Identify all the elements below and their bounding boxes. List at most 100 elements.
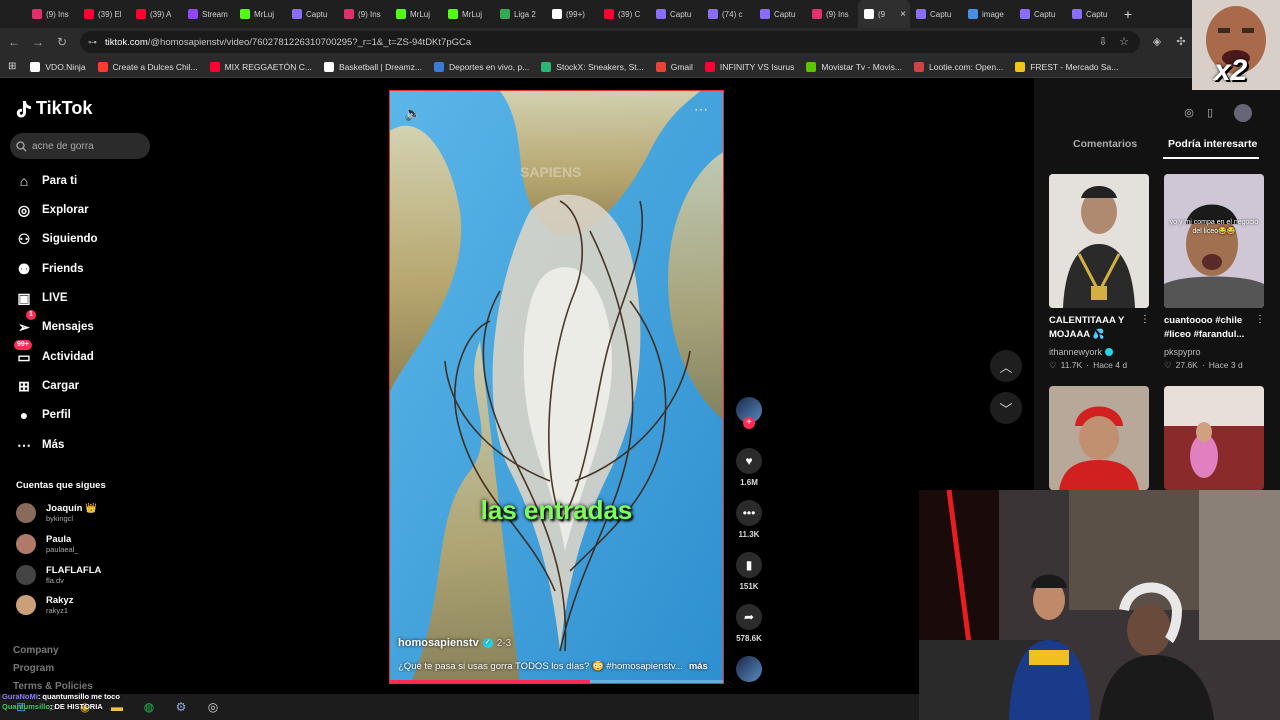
spotify-icon[interactable]: ◍ [138, 698, 160, 716]
tab-comments[interactable]: Comentarios [1073, 138, 1137, 150]
footer-link-company[interactable]: Company [13, 645, 59, 656]
browser-tab[interactable]: Liga 2 [494, 0, 546, 28]
previous-video-button[interactable]: ︿ [990, 350, 1022, 382]
sidebar-item-siguiendo[interactable]: ⚇ Siguiendo [16, 228, 98, 250]
browser-tab[interactable]: (39) A [130, 0, 182, 28]
tiktok-logo[interactable]: TikTok [16, 98, 92, 119]
card-more-icon[interactable]: ⋮ [1255, 314, 1265, 325]
user-avatar-icon[interactable] [1234, 104, 1252, 122]
share-button[interactable]: ➦ 578.6K [736, 604, 762, 643]
author-avatar-button[interactable]: + [736, 397, 762, 429]
sidebar-item-live[interactable]: ▣ LIVE [16, 287, 67, 309]
save-button[interactable]: ▮ 151K [736, 552, 762, 591]
tab-might-interest[interactable]: Podría interesarte [1168, 138, 1257, 150]
browser-tab[interactable]: MrLuj [442, 0, 494, 28]
sidebar-item-para-ti[interactable]: ⌂ Para ti [16, 170, 77, 192]
footer-link-terms[interactable]: Terms & Policies [13, 681, 93, 692]
search-input[interactable]: acne de gorra [10, 133, 150, 159]
sidebar-item-explorar[interactable]: ◎ Explorar [16, 199, 89, 221]
back-icon[interactable]: ← [6, 34, 22, 50]
sidebar-item-m-s[interactable]: ⋯ Más [16, 434, 64, 456]
heart-icon[interactable]: ♥ [736, 448, 762, 474]
browser-tab[interactable]: Stream [182, 0, 234, 28]
bookmark-item[interactable]: Deportes en vivo, p... [433, 61, 529, 72]
avatar[interactable] [16, 503, 36, 523]
obs-icon[interactable]: ◎ [202, 698, 224, 716]
bookmark-item[interactable]: Create a Dulces Chil... [97, 61, 198, 72]
device-icon[interactable]: ▯ [1201, 104, 1219, 122]
music-disc-icon[interactable] [736, 656, 762, 682]
browser-tab[interactable]: MrLuj [234, 0, 286, 28]
video-player[interactable]: SAPIENS 🔈 ⋯ las entradas homosapienstv ✓… [389, 90, 724, 684]
close-tab-icon[interactable]: × [900, 9, 906, 20]
bookmark-item[interactable]: FREST - Mercado Sa... [1015, 61, 1118, 72]
browser-tab[interactable]: Captu [910, 0, 962, 28]
suggested-video-title[interactable]: cuantoooo #chile #liceo #farandul... [1164, 314, 1260, 342]
sidebar-item-friends[interactable]: ⚉ Friends [16, 258, 84, 280]
bookmark-item[interactable]: INFINITY VS Isurus [704, 61, 794, 72]
install-icon[interactable]: ⇩ [1096, 35, 1110, 49]
browser-tab[interactable]: Captu [1066, 0, 1118, 28]
bookmark-item[interactable]: Basketball | Dreamz... [323, 61, 422, 72]
more-options-icon[interactable]: ⋯ [694, 101, 708, 118]
more-link[interactable]: más [689, 661, 708, 672]
steam-icon[interactable]: ⚙ [170, 698, 192, 716]
browser-tab[interactable]: (39) C [598, 0, 650, 28]
sidebar-item-cargar[interactable]: ⊞ Cargar [16, 375, 79, 397]
browser-tab[interactable]: (39) El [78, 0, 130, 28]
bookmark-item[interactable]: VDO.Ninja [30, 61, 86, 72]
bookmark-star-icon[interactable]: ☆ [1117, 35, 1131, 49]
volume-icon[interactable]: 🔈 [404, 105, 421, 122]
share-icon[interactable]: ➦ [736, 604, 762, 630]
new-tab-icon[interactable]: + [1118, 6, 1138, 22]
video-author-name[interactable]: homosapienstv [398, 637, 479, 649]
followed-account[interactable]: Rakyz rakyz1 [16, 593, 73, 617]
address-bar[interactable]: ⊶ tiktok.com/@homosapienstv/video/760278… [80, 31, 1140, 53]
bookmark-item[interactable]: Movistar Tv - Movis... [806, 61, 902, 72]
sound-disc-button[interactable] [736, 656, 762, 682]
comment-button[interactable]: ••• 11.3K [736, 500, 762, 539]
site-info-icon[interactable]: ⊶ [88, 37, 97, 48]
suggested-video-thumbnail[interactable] [1049, 386, 1149, 490]
reload-icon[interactable]: ↻ [54, 34, 70, 50]
comment-icon[interactable]: ••• [736, 500, 762, 526]
bookmark-item[interactable]: Lootie.com: Open... [914, 61, 1003, 72]
avatar[interactable] [16, 565, 36, 585]
bookmark-item[interactable]: MIX REGGAETÓN C... [209, 61, 312, 72]
sidebar-item-perfil[interactable]: ● Perfil [16, 404, 71, 426]
extension-icon[interactable]: ◈ [1150, 35, 1164, 49]
browser-tab[interactable]: image [962, 0, 1014, 28]
bookmark-item[interactable]: Gmail [655, 61, 693, 72]
bookmark-item[interactable]: StockX: Sneakers, St... [541, 61, 644, 72]
suggested-video-thumbnail[interactable]: yo y mi compa en el negocio del liceo😂😂 [1164, 174, 1264, 308]
browser-tab[interactable]: Captu [286, 0, 338, 28]
follow-plus-icon[interactable]: + [743, 417, 755, 429]
suggested-video-author[interactable]: ithannewyork [1049, 347, 1114, 357]
bookmark-icon[interactable]: ▮ [736, 552, 762, 578]
browser-tab[interactable]: (9) Ins [338, 0, 390, 28]
card-more-icon[interactable]: ⋮ [1140, 314, 1150, 325]
extensions-puzzle-icon[interactable]: ✣ [1174, 35, 1188, 49]
avatar[interactable] [16, 595, 36, 615]
video-progress-bar[interactable] [390, 680, 723, 683]
footer-link-program[interactable]: Program [13, 663, 54, 674]
followed-account[interactable]: Joaquín 👑 bykingcl [16, 501, 97, 525]
browser-tab[interactable]: (9) Ins [806, 0, 858, 28]
next-video-button[interactable]: ﹀ [990, 392, 1022, 424]
card-author-name[interactable]: ithannewyork [1049, 347, 1102, 357]
suggested-video-author[interactable]: pkspypro [1164, 347, 1201, 357]
browser-tab[interactable]: Captu [650, 0, 702, 28]
forward-icon[interactable]: → [30, 34, 46, 50]
avatar[interactable] [16, 534, 36, 554]
apps-grid-icon[interactable]: ⊞ [8, 61, 16, 72]
browser-tab[interactable]: (99+) [546, 0, 598, 28]
like-button[interactable]: ♥ 1.6M [736, 448, 762, 487]
suggested-video-title[interactable]: CALENTITAAA Y MOJAAA 💦 [1049, 314, 1145, 342]
suggested-video-thumbnail[interactable] [1049, 174, 1149, 308]
browser-tab[interactable]: Captu [754, 0, 806, 28]
browser-tab[interactable]: (74) c [702, 0, 754, 28]
suggested-video-thumbnail[interactable] [1164, 386, 1264, 490]
card-author-name[interactable]: pkspypro [1164, 347, 1201, 357]
browser-tab[interactable]: MrLuj [390, 0, 442, 28]
browser-tab[interactable]: (9) Ins [26, 0, 78, 28]
